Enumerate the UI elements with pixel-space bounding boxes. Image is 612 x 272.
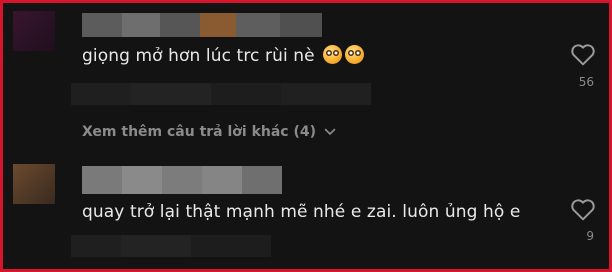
more-replies-button[interactable]: Xem thêm câu trả lời khác (4): [82, 124, 336, 140]
comment-text-content: giọng mở hơn lúc trc rùi nè: [82, 46, 315, 66]
chevron-down-icon: [324, 128, 336, 135]
avatar[interactable]: [13, 11, 55, 51]
comment-text: quay trở lại thật mạnh mẽ nhé e zai. luô…: [82, 202, 521, 222]
avatar[interactable]: [13, 164, 55, 204]
like-count: 9: [586, 229, 594, 243]
username-blurred[interactable]: [82, 166, 282, 194]
more-replies-label: Xem thêm câu trả lời khác (4): [82, 124, 317, 140]
heart-icon[interactable]: [570, 197, 596, 221]
comment-panel: giọng mở hơn lúc trc rùi nè 56 Xem thêm …: [0, 0, 612, 272]
like-count: 56: [578, 75, 594, 89]
username-blurred[interactable]: [82, 13, 322, 37]
comment-meta-blurred: [71, 83, 371, 105]
comment-meta-blurred: [71, 235, 271, 257]
comment-text: giọng mở hơn lúc trc rùi nè: [82, 45, 365, 66]
flushed-face-icon: [323, 45, 343, 64]
flushed-face-icon: [345, 45, 365, 64]
heart-icon[interactable]: [570, 42, 596, 66]
